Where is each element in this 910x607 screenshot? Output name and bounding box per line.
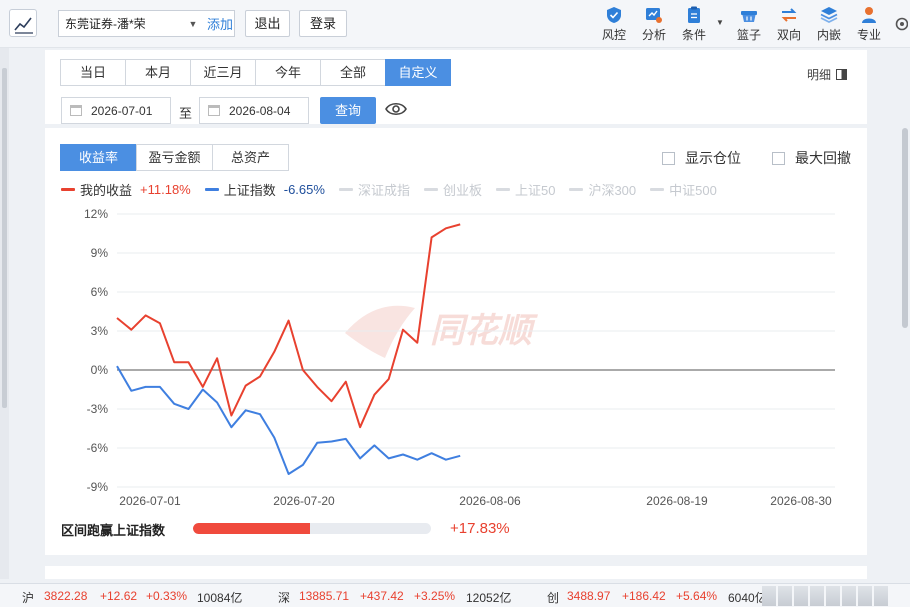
y-tick-label: 6% (91, 285, 109, 299)
analysis-label: 分析 (641, 28, 666, 42)
gear-icon[interactable] (892, 14, 909, 37)
start-date-value: 2026-07-01 (91, 103, 153, 118)
x-tick-label: 2026-07-20 (273, 494, 335, 508)
outperform-progress-fill (193, 523, 310, 534)
top-toolbar: 东莞证券-潘*荣 ▼ 添加 退出 登录 风控 分析 条件 ▼ 篮子 双向 内嵌 … (0, 0, 910, 48)
end-date-input[interactable]: 2026-08-04 (199, 97, 309, 124)
sz-price: 13885.71 (299, 589, 350, 603)
sz-pct: +3.25% (414, 589, 456, 603)
calendar-icon (208, 105, 220, 116)
basket-icon (741, 11, 757, 22)
end-date-value: 2026-08-04 (229, 103, 291, 118)
layers-icon (820, 7, 838, 24)
risk-control-label: 风控 (601, 28, 626, 42)
right-scrollbar-thumb[interactable] (902, 128, 908, 328)
x-tick-label: 2026-07-01 (119, 494, 181, 508)
lower-panel (45, 566, 867, 579)
period-today[interactable]: 当日 (60, 59, 126, 86)
sh-volume: 10084亿 (197, 591, 243, 605)
add-account-link[interactable]: 添加 (207, 14, 233, 33)
period-custom[interactable]: 自定义 (385, 59, 451, 86)
clipboard-icon (688, 6, 700, 23)
y-tick-label: -3% (87, 402, 109, 416)
app-logo-icon[interactable] (9, 9, 37, 37)
y-tick-label: -9% (87, 480, 109, 494)
detail-toggle[interactable]: 明细 (807, 66, 848, 83)
basket-button[interactable]: 篮子 (731, 5, 767, 43)
period-selector: 当日 本月 近三月 今年 全部 自定义 (60, 59, 451, 86)
shield-icon (607, 7, 621, 23)
account-name: 东莞证券-潘*荣 (65, 17, 146, 31)
return-line-chart: 同花顺12%9%6%3%0%-3%-6%-9%2026-07-01 2026-07… (84, 207, 835, 508)
x-tick-label: 2026-08-30 (770, 494, 832, 508)
analysis-button[interactable]: 分析 (636, 5, 672, 43)
y-tick-label: 9% (91, 246, 109, 260)
sz-label: 深 (278, 591, 291, 605)
x-tick-label: 2026-08-19 (646, 494, 708, 508)
basket-label: 篮子 (736, 28, 761, 42)
detail-label: 明细 (807, 68, 832, 82)
y-tick-label: -6% (87, 441, 109, 455)
series-line (116, 365, 461, 475)
cy-pct: +5.64% (676, 589, 718, 603)
sz-change: +437.42 (360, 589, 404, 603)
condition-dropdown-icon[interactable]: ▼ (716, 18, 724, 27)
period-all[interactable]: 全部 (320, 59, 386, 86)
y-tick-label: 0% (91, 363, 109, 377)
mini-ticker-strip (762, 586, 900, 606)
chart-panel: 收益率 盈亏金额 总资产 显示仓位 最大回撤 我的收益 +11.18% 上证指数 -6… (45, 128, 867, 555)
period-this-year[interactable]: 今年 (255, 59, 321, 86)
chevron-down-icon[interactable]: ▼ (187, 19, 199, 29)
x-tick-label: 2026-08-06 (459, 494, 521, 508)
professional-button[interactable]: 专业 (851, 5, 887, 43)
sh-change: +12.62 (100, 589, 138, 603)
professional-label: 专业 (856, 28, 881, 42)
cy-volume: 6040亿 (728, 591, 767, 605)
outperform-progress-bar (193, 523, 431, 534)
swap-icon (781, 8, 797, 22)
eye-icon[interactable] (385, 101, 407, 120)
cy-change: +186.42 (622, 589, 666, 603)
period-three-months[interactable]: 近三月 (190, 59, 256, 86)
embed-label: 内嵌 (816, 28, 841, 42)
left-scrollbar-thumb[interactable] (2, 68, 7, 408)
calendar-icon (70, 105, 82, 116)
embed-button[interactable]: 内嵌 (811, 5, 847, 43)
market-status-bar: 沪 3822.28 +12.62 +0.33% 10084亿 深 13885.7… (0, 583, 910, 607)
outperform-label: 区间跑赢上证指数 (61, 523, 166, 538)
analysis-icon (646, 8, 662, 23)
query-button[interactable]: 查询 (320, 97, 376, 124)
login-button[interactable]: 登录 (299, 10, 347, 37)
right-scrollbar[interactable] (900, 48, 910, 579)
account-selector[interactable]: 东莞证券-潘*荣 ▼ 添加 (58, 10, 235, 37)
filter-panel: 当日 本月 近三月 今年 全部 自定义 明细 2026-07-01 至 2026… (45, 50, 867, 124)
period-this-month[interactable]: 本月 (125, 59, 191, 86)
sh-label: 沪 (22, 591, 35, 605)
two-way-label: 双向 (776, 28, 801, 42)
risk-control-button[interactable]: 风控 (596, 5, 632, 43)
two-way-button[interactable]: 双向 (771, 5, 807, 43)
date-range-separator: 至 (179, 106, 193, 121)
split-view-icon (836, 69, 848, 80)
y-tick-label: 12% (84, 207, 108, 221)
condition-label: 条件 (681, 28, 706, 42)
logout-button[interactable]: 退出 (245, 10, 290, 37)
cy-price: 3488.97 (567, 589, 611, 603)
left-scrollbar[interactable] (0, 48, 9, 579)
sh-price: 3822.28 (44, 589, 88, 603)
sh-pct: +0.33% (146, 589, 188, 603)
sz-volume: 12052亿 (466, 591, 512, 605)
user-icon (862, 7, 876, 23)
condition-button[interactable]: 条件 (676, 5, 712, 43)
cy-label: 创 (547, 591, 560, 605)
start-date-input[interactable]: 2026-07-01 (61, 97, 171, 124)
outperform-value: +17.83% (450, 520, 510, 537)
y-tick-label: 3% (91, 324, 109, 338)
